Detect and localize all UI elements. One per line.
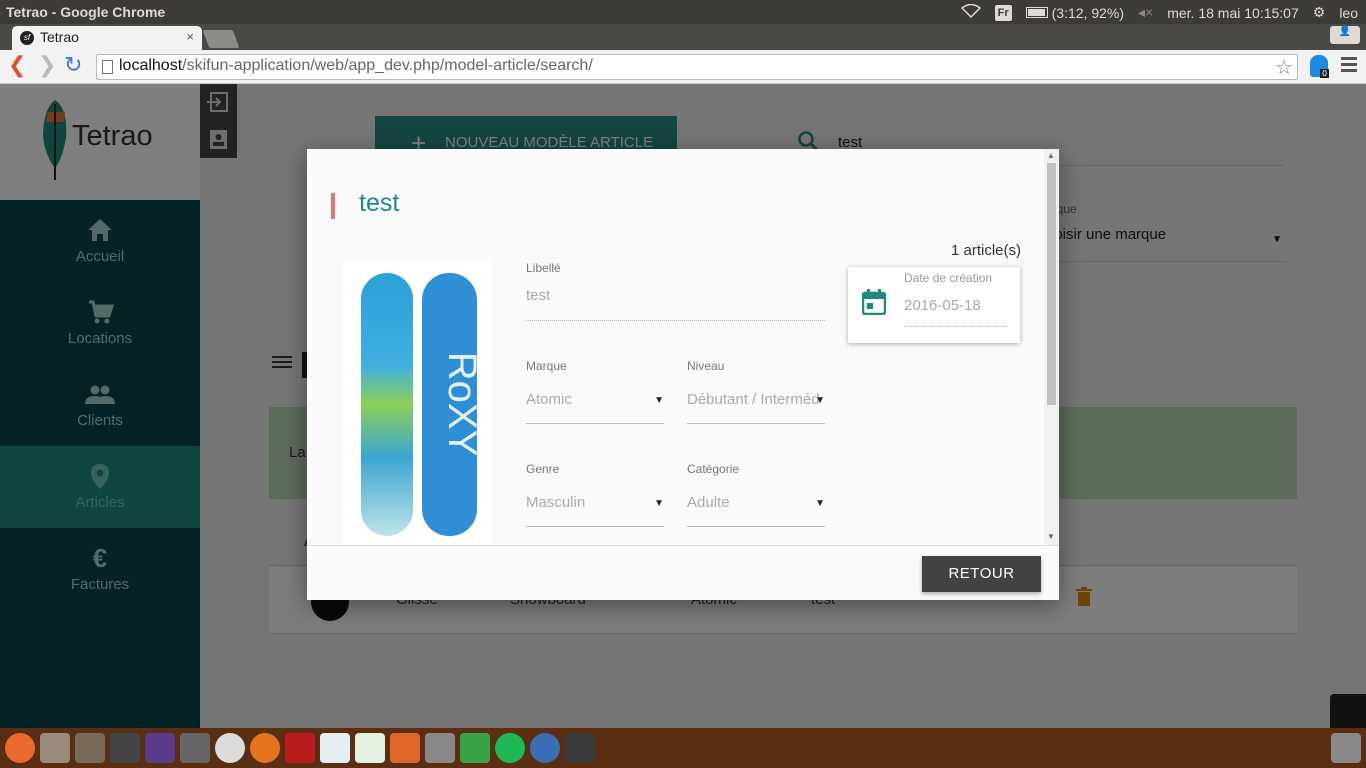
clock[interactable]: mer. 18 mai 10:15:07 [1167, 5, 1299, 21]
new-tab-button[interactable] [202, 30, 240, 48]
files-icon[interactable] [40, 733, 70, 763]
dropdown-arrow-icon: ▼ [815, 395, 825, 406]
browser-toolbar: ❮ ❯ ↻ localhost/skifun-application/web/a… [0, 50, 1366, 84]
genre-label: Genre [526, 462, 560, 476]
genre-select[interactable]: Genre Masculin ▼ [526, 462, 664, 527]
scroll-up-icon[interactable]: ▲ [1047, 151, 1055, 160]
writer-icon[interactable] [320, 733, 350, 763]
marque-select[interactable]: Marque Atomic ▼ [526, 359, 664, 424]
article-detail-modal: test 1 article(s) RoXY Libellé test Marq… [307, 149, 1059, 600]
creation-date-card: Date de création 2016-05-18 [848, 267, 1020, 343]
dropdown-arrow-icon: ▼ [654, 498, 664, 509]
trash-icon[interactable] [1331, 733, 1361, 763]
calendar-icon [862, 289, 886, 315]
libelle-field[interactable]: Libellé test [526, 261, 825, 321]
back-arrow-icon[interactable]: ❮ [8, 55, 26, 77]
tab-tetrao[interactable]: sf Tetrao × [12, 26, 202, 50]
url-path: /skifun-application/web/app_dev.php/mode… [182, 57, 593, 74]
date-creation-label: Date de création [904, 271, 993, 285]
article-count: 1 article(s) [951, 242, 1022, 259]
system-settings-icon[interactable] [425, 733, 455, 763]
title-accent-bar [331, 193, 335, 219]
filezilla-icon[interactable] [285, 733, 315, 763]
app-icon[interactable] [565, 733, 595, 763]
scrollbar-thumb[interactable] [1047, 163, 1056, 405]
battery-indicator[interactable]: (3:12, 92%) [1025, 4, 1125, 21]
forward-arrow-icon[interactable]: ❯ [38, 55, 56, 77]
libelle-label: Libellé [526, 261, 561, 275]
reload-icon[interactable]: ↻ [64, 55, 82, 77]
close-tab-icon[interactable]: × [186, 29, 194, 44]
os-launcher-bar [0, 728, 1366, 768]
profile-icon[interactable]: 👤 [1330, 26, 1360, 44]
volume-muted-icon[interactable]: ◂× [1138, 4, 1153, 21]
symfony-favicon-icon: sf [20, 31, 34, 45]
niveau-select[interactable]: Niveau Débutant / Interméd ▼ [687, 359, 825, 424]
tab-title: Tetrao [40, 29, 79, 45]
bookmark-star-icon[interactable]: ☆ [1275, 55, 1293, 80]
ubuntu-dash-icon[interactable] [5, 733, 35, 763]
firefox-icon[interactable] [250, 733, 280, 763]
terminal-icon[interactable] [110, 733, 140, 763]
app-icon[interactable] [75, 733, 105, 763]
marque-value: Atomic [526, 391, 572, 408]
wifi-icon[interactable] [960, 3, 981, 21]
modal-footer: RETOUR [307, 545, 1059, 600]
marque-label: Marque [526, 359, 567, 373]
url-host: localhost [119, 57, 183, 74]
modal-title: test [359, 189, 400, 217]
modal-scrollbar[interactable]: ▲ ▼ [1044, 149, 1059, 545]
os-top-panel: Tetrao - Google Chrome Fr (3:12, 92%) ◂×… [0, 0, 1366, 24]
product-image: RoXY [343, 259, 492, 544]
window-title: Tetrao - Google Chrome [6, 4, 166, 20]
spotify-icon[interactable] [495, 733, 525, 763]
keyboard-layout-indicator[interactable]: Fr [994, 4, 1012, 21]
battery-text: (3:12, 92%) [1051, 4, 1125, 21]
battery-icon [1025, 7, 1048, 18]
chrome-icon[interactable] [215, 733, 245, 763]
date-creation-value: 2016-05-18 [904, 297, 1008, 327]
qbittorrent-icon[interactable] [530, 733, 560, 763]
dropdown-arrow-icon: ▼ [654, 395, 664, 406]
libelle-value: test [526, 287, 551, 304]
retour-button[interactable]: RETOUR [922, 556, 1041, 592]
ghostery-extension-icon[interactable]: 0 [1310, 55, 1330, 78]
chrome-menu-icon[interactable] [1341, 57, 1357, 75]
categorie-label: Catégorie [687, 462, 740, 476]
user-name[interactable]: leo [1339, 5, 1358, 21]
settings-gear-icon[interactable]: ⚙ [1313, 4, 1326, 21]
browser-tab-bar: sf Tetrao × 👤 [0, 24, 1366, 50]
page-icon [102, 60, 113, 74]
app-icon[interactable] [460, 733, 490, 763]
niveau-value: Débutant / Interméd [687, 391, 820, 408]
phpstorm-icon[interactable] [145, 733, 175, 763]
svg-text:RoXY: RoXY [440, 352, 484, 457]
genre-value: Masculin [526, 494, 586, 511]
scroll-down-icon[interactable]: ▼ [1047, 532, 1055, 541]
categorie-value: Adulte [687, 494, 730, 511]
dropdown-arrow-icon: ▼ [815, 498, 825, 509]
app-icon[interactable] [180, 733, 210, 763]
address-bar[interactable]: localhost/skifun-application/web/app_dev… [96, 54, 1298, 80]
niveau-label: Niveau [687, 359, 725, 373]
extension-badge: 0 [1320, 69, 1330, 78]
categorie-select[interactable]: Catégorie Adulte ▼ [687, 462, 825, 527]
calc-icon[interactable] [355, 733, 385, 763]
software-center-icon[interactable] [390, 733, 420, 763]
